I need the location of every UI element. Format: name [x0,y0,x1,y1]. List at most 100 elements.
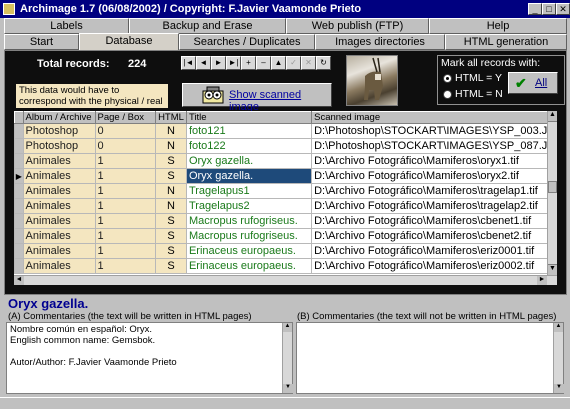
cancel-record-button[interactable]: ✕ [301,56,316,70]
scroll-up-arrow-icon[interactable]: ▲ [548,111,557,122]
table-row[interactable]: Animales 1 N Tragelapus1 D:\Archivo Foto… [14,183,557,199]
cell-html[interactable]: S [155,258,187,274]
cell-image[interactable]: D:\Archivo Fotográfico\Mamiferos\tragela… [311,198,557,214]
tab-help[interactable]: Help [429,18,567,34]
scroll-left-arrow-icon[interactable]: ◄ [14,276,24,285]
cell-image[interactable]: D:\Archivo Fotográfico\Mamiferos\tragela… [311,183,557,199]
maximize-button[interactable]: □ [542,3,556,15]
cell-html[interactable]: N [155,123,187,139]
cell-title[interactable]: Erinaceus europaeus. [185,258,313,274]
comments-a-scrollbar[interactable]: ▲ ▼ [282,323,293,393]
cell-title[interactable]: Macropus rufogriseus. [185,228,313,244]
show-scanned-image-button[interactable]: Show scanned image [182,83,332,113]
tab-web-publish[interactable]: Web publish (FTP) [286,18,429,34]
cell-album[interactable]: Animales [22,153,96,169]
table-row[interactable]: Animales 1 S Erinaceus europaeus. D:\Arc… [14,258,557,274]
cell-title[interactable]: foto122 [185,138,313,154]
edit-record-button[interactable]: ▲ [271,56,286,70]
html-y-radio[interactable] [443,74,452,83]
cell-image[interactable]: D:\Archivo Fotográfico\Mamiferos\cbenet1… [311,213,557,229]
cell-html[interactable]: S [155,153,187,169]
cell-album[interactable]: Animales [22,228,96,244]
cell-album[interactable]: Animales [22,183,96,199]
cell-image[interactable]: D:\Archivo Fotográfico\Mamiferos\oryx1.t… [311,153,557,169]
cell-page[interactable]: 1 [94,228,157,244]
cell-title[interactable]: Oryx gazella. [185,168,313,184]
table-row[interactable]: Animales 1 S Erinaceus europaeus. D:\Arc… [14,243,557,259]
scroll-up-arrow-icon[interactable]: ▲ [554,323,563,332]
cell-album[interactable]: Animales [22,198,96,214]
cell-page[interactable]: 1 [94,183,157,199]
tab-html-generation[interactable]: HTML generation [445,34,567,50]
cell-image[interactable]: D:\Archivo Fotográfico\Mamiferos\eriz000… [311,243,557,259]
scroll-up-arrow-icon[interactable]: ▲ [283,323,292,332]
cell-html[interactable]: S [155,213,187,229]
cell-album[interactable]: Animales [22,243,96,259]
close-button[interactable]: ✕ [556,3,570,15]
cell-html[interactable]: S [155,228,187,244]
cell-page[interactable]: 1 [94,258,157,274]
cell-image[interactable]: D:\Archivo Fotográfico\Mamiferos\oryx2.t… [311,168,557,184]
cell-html[interactable]: N [155,198,187,214]
cell-image[interactable]: D:\Archivo Fotográfico\Mamiferos\cbenet2… [311,228,557,244]
table-row[interactable]: Photoshop 0 N foto121 D:\Photoshop\STOCK… [14,123,557,139]
cell-title[interactable]: Tragelapus1 [185,183,313,199]
cell-image[interactable]: D:\Photoshop\STOCKART\IMAGES\YSP_087.JF [311,138,557,154]
col-header-album[interactable]: Album / Archive [22,111,96,124]
cell-title[interactable]: foto121 [185,123,313,139]
next-record-button[interactable]: ► [211,56,226,70]
table-row[interactable]: Photoshop 0 N foto122 D:\Photoshop\STOCK… [14,138,557,154]
cell-page[interactable]: 1 [94,153,157,169]
tab-searches-duplicates[interactable]: Searches / Duplicates [179,34,315,50]
table-row-selected[interactable]: ▶ Animales 1 S Oryx gazella. D:\Archivo … [14,168,557,184]
cell-html[interactable]: S [155,168,187,184]
scroll-down-arrow-icon[interactable]: ▼ [554,384,564,393]
minimize-button[interactable]: _ [528,3,542,15]
insert-record-button[interactable]: + [241,56,256,70]
tab-backup-erase[interactable]: Backup and Erase [129,18,286,34]
post-record-button[interactable]: ✓ [286,56,301,70]
col-header-title[interactable]: Title [185,111,313,124]
cell-page[interactable]: 1 [94,243,157,259]
grid-vertical-scrollbar[interactable]: ▲ ▼ [547,111,557,275]
tab-start[interactable]: Start [4,34,79,50]
cell-page[interactable]: 0 [94,138,157,154]
delete-record-button[interactable]: – [256,56,271,70]
cell-image[interactable]: D:\Archivo Fotográfico\Mamiferos\eriz000… [311,258,557,274]
table-row[interactable]: Animales 1 S Macropus rufogriseus. D:\Ar… [14,228,557,244]
cell-page[interactable]: 1 [94,213,157,229]
scroll-down-arrow-icon[interactable]: ▼ [283,384,293,393]
cell-page[interactable]: 1 [94,168,157,184]
cell-album[interactable]: Animales [22,168,96,184]
tab-labels[interactable]: Labels [4,18,129,34]
cell-html[interactable]: S [155,243,187,259]
cell-page[interactable]: 1 [94,198,157,214]
cell-album[interactable]: Animales [22,213,96,229]
cell-html[interactable]: N [155,183,187,199]
cell-album[interactable]: Animales [22,258,96,274]
cell-album[interactable]: Photoshop [22,138,96,154]
cell-image[interactable]: D:\Photoshop\STOCKART\IMAGES\YSP_003.JF [311,123,557,139]
table-row[interactable]: Animales 1 N Tragelapus2 D:\Archivo Foto… [14,198,557,214]
grid-horizontal-scrollbar[interactable]: ◄ ► [14,275,557,285]
last-record-button[interactable]: ►| [226,56,241,70]
cell-title[interactable]: Macropus rufogriseus. [185,213,313,229]
table-row[interactable]: Animales 1 S Macropus rufogriseus. D:\Ar… [14,213,557,229]
cell-title[interactable]: Tragelapus2 [185,198,313,214]
prev-record-button[interactable]: ◄ [196,56,211,70]
cell-html[interactable]: N [155,138,187,154]
tab-database[interactable]: Database [79,33,179,51]
records-grid[interactable]: Album / Archive Page / Box HTML Title Sc… [14,111,557,285]
scroll-right-arrow-icon[interactable]: ► [537,276,547,285]
cell-title[interactable]: Oryx gazella. [185,153,313,169]
col-header-html[interactable]: HTML [155,111,187,124]
mark-all-button[interactable]: ✔ All [508,72,558,94]
scroll-down-arrow-icon[interactable]: ▼ [548,264,557,275]
cell-title[interactable]: Erinaceus europaeus. [185,243,313,259]
comments-a-textarea[interactable]: Nombre común en español: Oryx. English c… [6,322,293,394]
cell-page[interactable]: 0 [94,123,157,139]
scroll-thumb[interactable] [548,181,557,193]
tab-images-directories[interactable]: Images directories [315,34,445,50]
html-n-radio[interactable] [443,90,452,99]
comments-b-scrollbar[interactable]: ▲ ▼ [553,323,564,393]
